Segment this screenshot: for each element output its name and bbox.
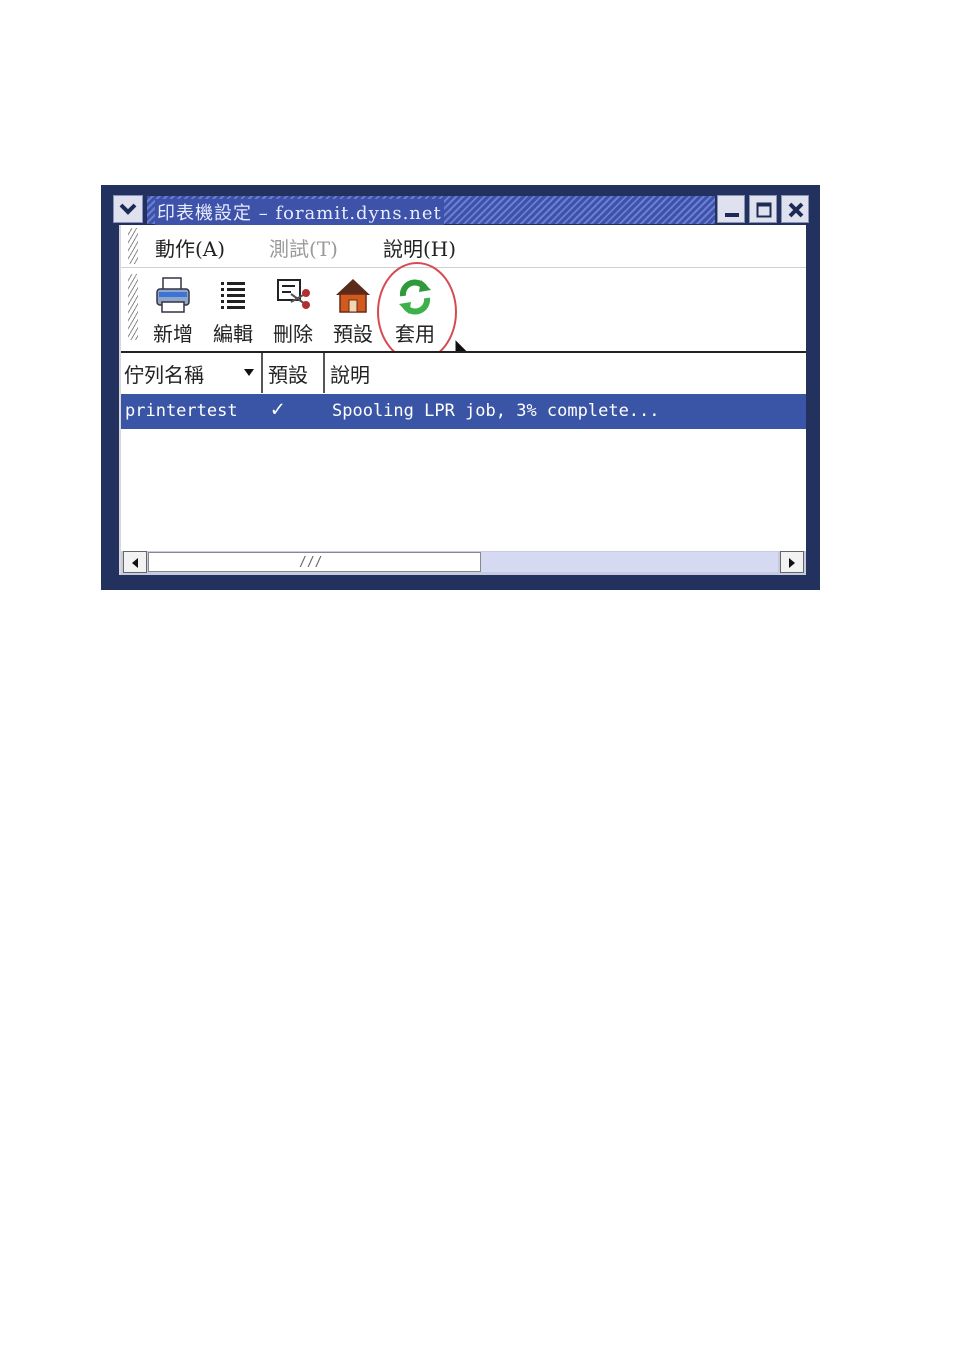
- arrow-right-icon: [789, 558, 795, 568]
- scroll-thumb[interactable]: ///: [148, 552, 481, 572]
- menu-help[interactable]: 說明(H): [383, 233, 456, 262]
- column-header-description-label: 說明: [330, 363, 370, 387]
- close-button[interactable]: [781, 195, 809, 223]
- column-header-queue-label: 佇列名稱: [124, 363, 204, 387]
- list-edit-icon: [221, 282, 245, 309]
- edit-button[interactable]: 編輯: [205, 274, 261, 346]
- description-cell: Spooling LPR job, 3% complete...: [332, 401, 660, 421]
- scroll-thumb-grip-icon: ///: [299, 555, 323, 570]
- window-menu-button[interactable]: [113, 195, 143, 223]
- default-button[interactable]: 預設: [325, 274, 381, 346]
- minimize-button[interactable]: [717, 195, 745, 223]
- printer-add-icon: [156, 277, 190, 313]
- apply-highlight-circle: [377, 262, 457, 362]
- menu-test[interactable]: 測試(T): [269, 233, 338, 262]
- horizontal-scrollbar[interactable]: ///: [121, 551, 806, 575]
- table-header: 佇列名稱 預設 說明: [121, 351, 806, 396]
- title-bar[interactable]: 印表機設定 – foramit.dyns.net: [113, 195, 810, 225]
- column-header-default[interactable]: 預設: [265, 353, 325, 393]
- maximize-button[interactable]: [749, 195, 777, 223]
- scroll-right-button[interactable]: [780, 551, 804, 573]
- toolbar-grip-handle[interactable]: [128, 274, 138, 340]
- default-check-icon: ✓: [271, 397, 285, 422]
- scroll-left-button[interactable]: [123, 551, 147, 573]
- menubar-grip-handle[interactable]: [128, 228, 138, 264]
- printer-config-window: 印表機設定 – foramit.dyns.net 動作(A) 測試(T) 說明(…: [101, 185, 820, 590]
- home-default-icon: [336, 279, 370, 313]
- delete-button[interactable]: 刪除: [265, 274, 321, 346]
- maximize-icon: [756, 202, 772, 218]
- table-row[interactable]: printertest ✓ Spooling LPR job, 3% compl…: [121, 394, 806, 429]
- sort-down-icon: [244, 369, 254, 376]
- chevron-down-icon: [119, 203, 137, 215]
- client-area: 動作(A) 測試(T) 說明(H) 新增 編輯 刪除 預設 套用 佇列名稱 預設…: [119, 225, 806, 575]
- scroll-track[interactable]: ///: [148, 552, 778, 572]
- close-icon: [788, 202, 804, 218]
- menu-bar: 動作(A) 測試(T) 說明(H): [121, 225, 806, 268]
- title-area[interactable]: 印表機設定 – foramit.dyns.net: [147, 196, 715, 225]
- menu-action[interactable]: 動作(A): [155, 233, 225, 262]
- edit-button-label: 編輯: [213, 322, 253, 346]
- delete-scissors-icon: [277, 279, 310, 309]
- printer-list: printertest ✓ Spooling LPR job, 3% compl…: [121, 394, 806, 546]
- new-button[interactable]: 新增: [145, 274, 201, 346]
- window-title: 印表機設定 – foramit.dyns.net: [155, 199, 444, 225]
- column-header-default-label: 預設: [268, 363, 308, 387]
- column-header-queue[interactable]: 佇列名稱: [121, 353, 263, 393]
- queue-name-cell: printertest: [125, 401, 238, 421]
- delete-button-label: 刪除: [273, 322, 313, 346]
- minimize-icon: [725, 213, 739, 217]
- arrow-left-icon: [132, 558, 138, 568]
- default-button-label: 預設: [333, 322, 373, 346]
- new-button-label: 新增: [153, 322, 193, 346]
- column-header-description[interactable]: 說明: [327, 353, 806, 393]
- toolbar: 新增 編輯 刪除 預設 套用: [121, 262, 806, 365]
